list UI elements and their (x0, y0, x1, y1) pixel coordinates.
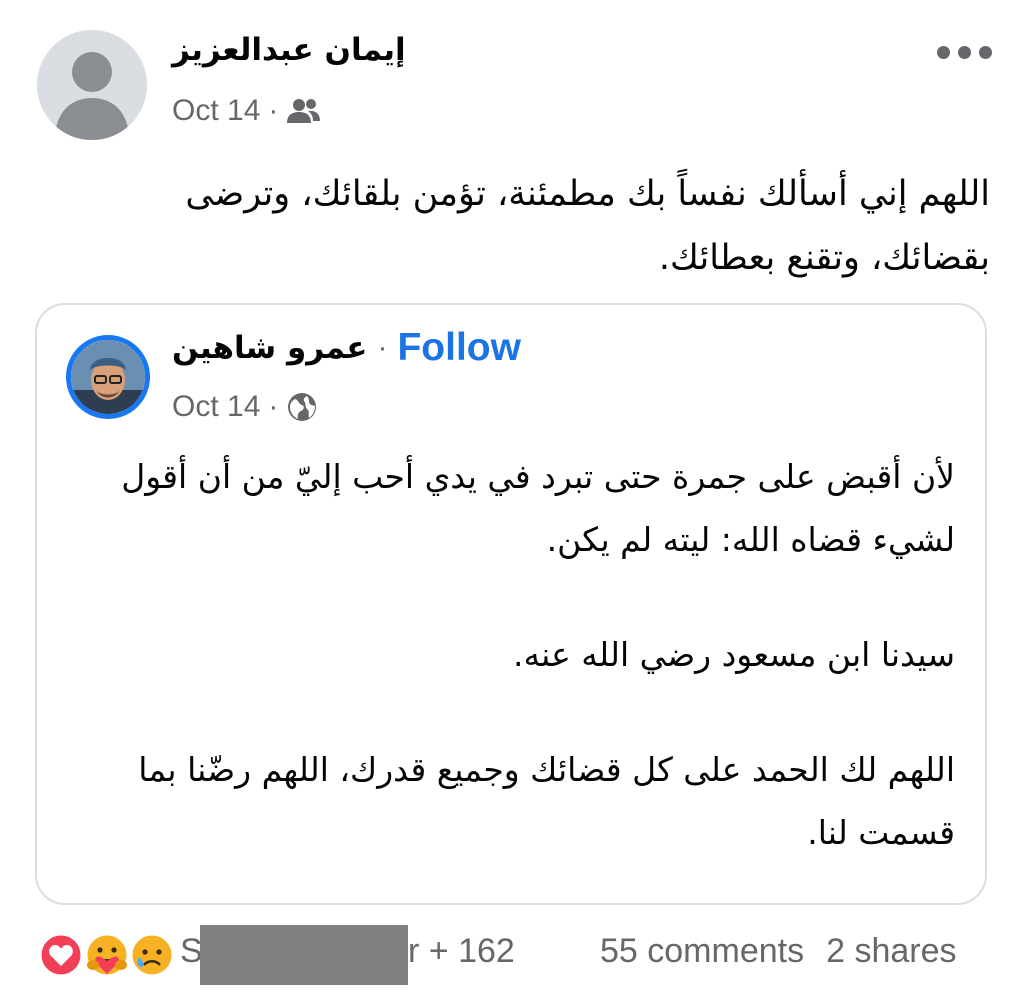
post-date[interactable]: Oct 14 (172, 94, 260, 128)
profile-photo-icon (71, 340, 145, 414)
meta-separator: · (268, 94, 279, 127)
default-avatar-icon (37, 30, 147, 140)
reaction-count[interactable]: r + 162 (408, 932, 515, 971)
follow-button[interactable]: Follow (397, 326, 520, 370)
shares-count[interactable]: 2 shares (826, 932, 956, 971)
meta-separator: · (268, 390, 279, 423)
care-reaction-icon (84, 932, 130, 978)
shared-post-header: عمرو شاهين · Follow (172, 326, 521, 370)
engagement-counts: 55 comments 2 shares (600, 932, 957, 971)
shared-author-name[interactable]: عمرو شاهين (172, 330, 367, 366)
shared-post-meta: Oct 14 · (172, 390, 318, 424)
shared-post-text: لأن أقبض على جمرة حتى تبرد في يدي أحب إل… (62, 445, 955, 864)
post-text: اللهم إني أسألك نفساً بك مطمئنة، تؤمن بل… (185, 174, 990, 278)
more-options-icon[interactable] (934, 40, 994, 64)
shared-paragraph: لأن أقبض على جمرة حتى تبرد في يدي أحب إل… (121, 457, 955, 559)
shared-paragraph: سيدنا ابن مسعود رضي الله عنه. (512, 635, 955, 674)
shared-post-date[interactable]: Oct 14 (172, 390, 260, 424)
love-reaction-icon (38, 932, 84, 978)
shared-paragraph: اللهم لك الحمد على كل قضائك وجميع قدرك، … (138, 750, 955, 852)
globe-icon[interactable] (286, 391, 318, 423)
friends-icon[interactable] (286, 96, 322, 126)
sad-reaction-icon (129, 932, 175, 978)
reaction-icons[interactable] (35, 930, 175, 980)
post-meta: Oct 14 · (172, 94, 322, 128)
header-separator: · (377, 331, 388, 364)
author-name[interactable]: إيمان عبدالعزيز (172, 32, 432, 68)
comments-count[interactable]: 55 comments (600, 932, 804, 971)
redaction-box (200, 925, 408, 985)
shared-author-avatar[interactable] (66, 335, 150, 419)
author-avatar[interactable] (37, 30, 147, 140)
